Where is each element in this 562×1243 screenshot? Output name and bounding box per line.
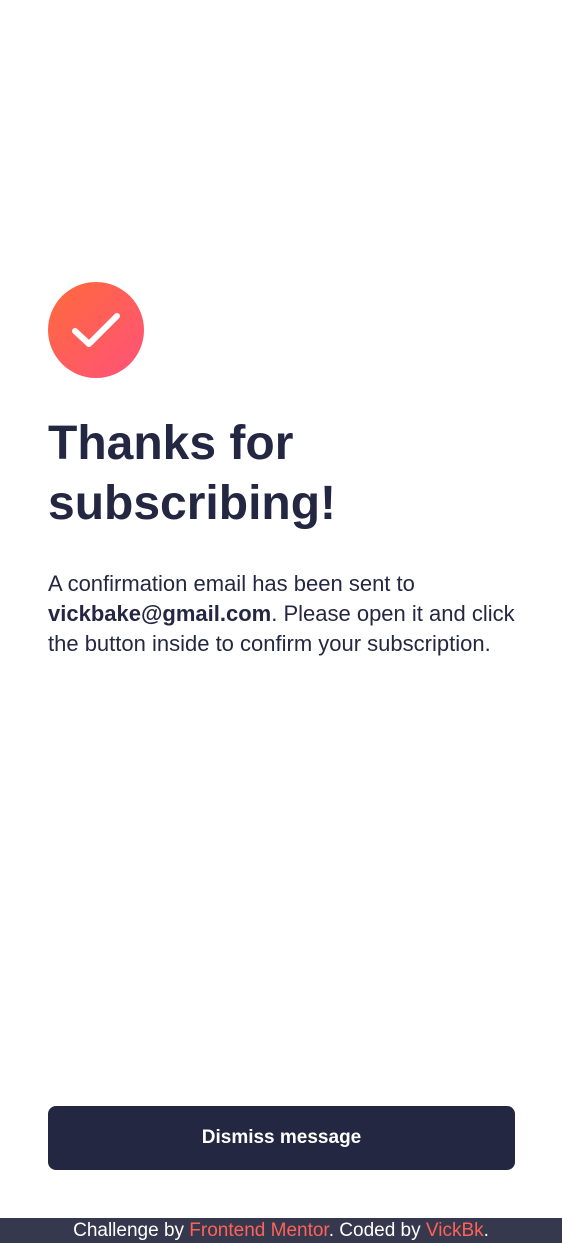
- checkmark-icon: [72, 313, 120, 347]
- message-prefix: A confirmation email has been sent to: [48, 571, 415, 596]
- confirmation-message: A confirmation email has been sent to vi…: [48, 569, 518, 659]
- success-checkmark-icon: [48, 282, 144, 378]
- page-title: Thanks for subscribing!: [48, 417, 337, 530]
- frontend-mentor-link[interactable]: Frontend Mentor: [189, 1220, 328, 1241]
- subscriber-email: vickbake@gmail.com: [48, 601, 272, 626]
- author-link[interactable]: VickBk: [426, 1220, 484, 1241]
- attribution-suffix: .: [483, 1220, 489, 1241]
- attribution-footer: Challenge by Frontend Mentor. Coded by V…: [0, 1218, 562, 1243]
- dismiss-message-button[interactable]: Dismiss message: [48, 1106, 515, 1170]
- attribution-middle: . Coded by: [328, 1220, 426, 1241]
- attribution-prefix: Challenge by: [73, 1220, 190, 1241]
